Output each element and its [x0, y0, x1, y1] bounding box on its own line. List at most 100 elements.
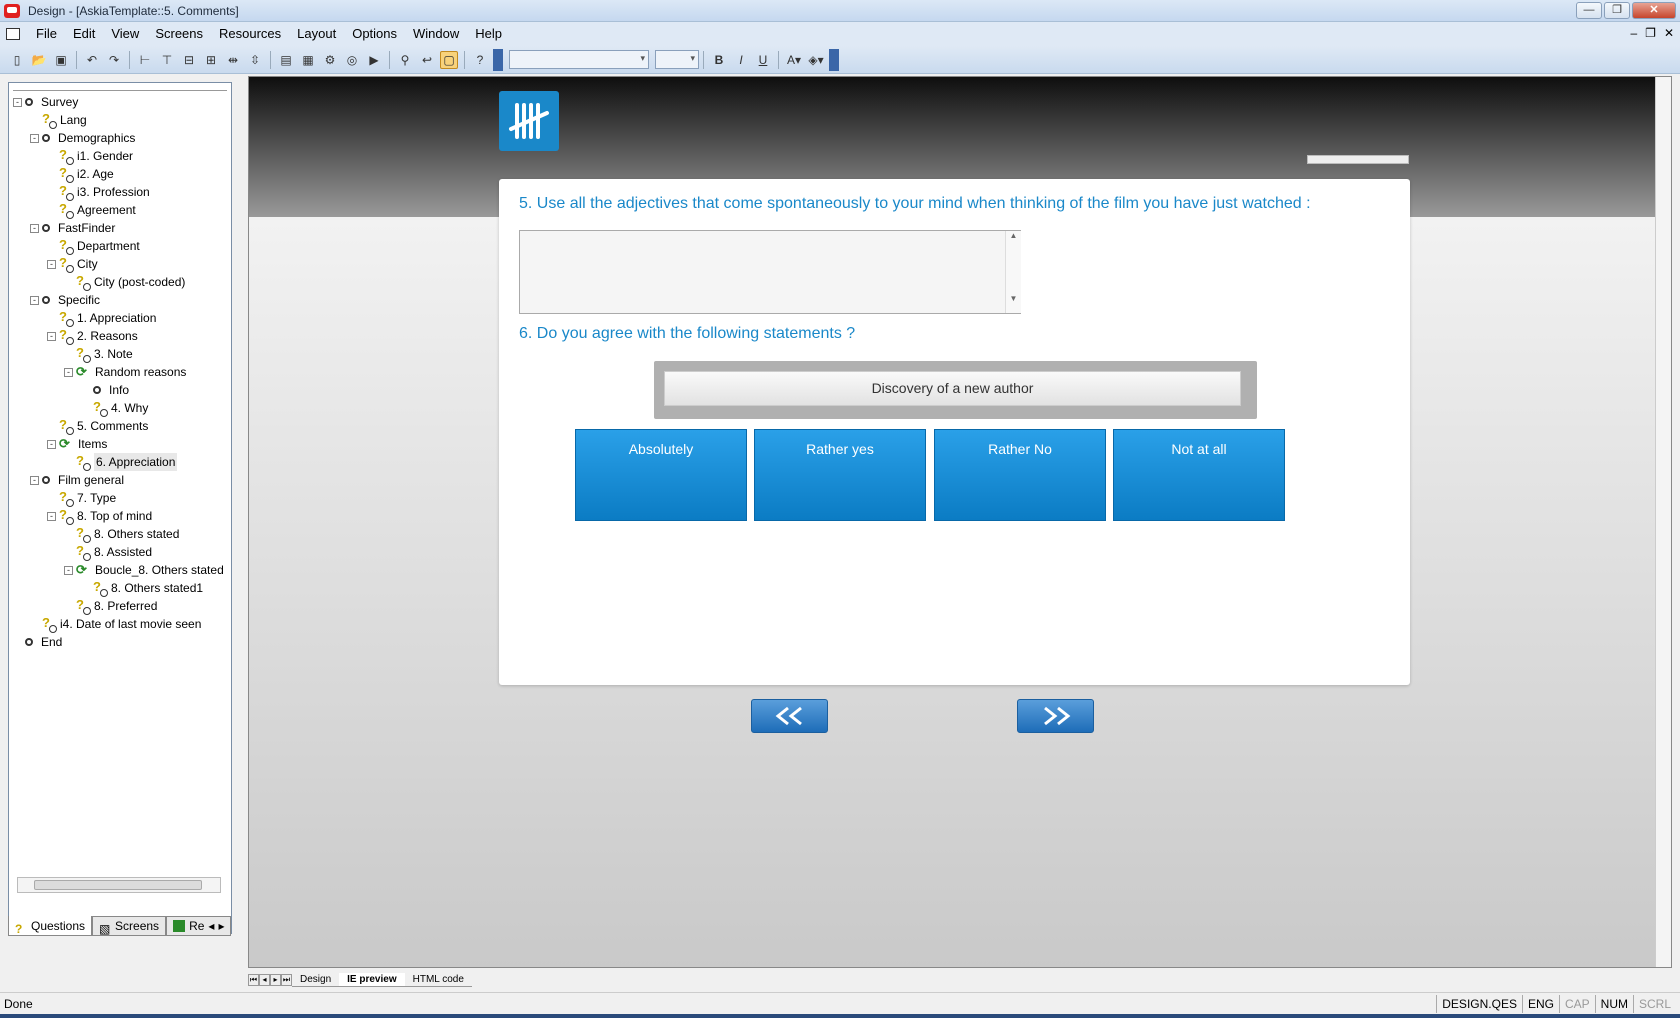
textarea-scrollbar[interactable]: ▲ ▼ [1005, 231, 1021, 313]
same-width-icon[interactable]: ⊟ [180, 51, 198, 69]
browser-icon[interactable]: ◎ [343, 51, 361, 69]
font-name-select[interactable] [509, 50, 649, 69]
tree-item[interactable]: Department [13, 236, 229, 255]
close-button[interactable]: ✕ [1632, 2, 1676, 19]
underline-icon[interactable]: U [754, 51, 772, 69]
collapse-toggle-icon[interactable]: - [47, 259, 56, 269]
scrollbar-thumb[interactable] [34, 880, 202, 890]
answer-absolutely-button[interactable]: Absolutely [575, 429, 747, 521]
toolbar-overflow-icon-2[interactable] [829, 48, 839, 71]
collapse-toggle-icon[interactable]: - [47, 439, 56, 449]
tree-horizontal-scrollbar[interactable] [17, 877, 221, 893]
answer-not-at-all-button[interactable]: Not at all [1113, 429, 1285, 521]
screen-icon[interactable]: ▦ [299, 51, 317, 69]
q5-comment-textarea[interactable] [519, 230, 1021, 314]
font-size-select[interactable] [655, 50, 699, 69]
tree-item[interactable]: i1. Gender [13, 146, 229, 165]
tree-item[interactable]: Agreement [13, 200, 229, 219]
align-left-icon[interactable]: ⊢ [136, 51, 154, 69]
link-icon[interactable]: ⚲ [396, 51, 414, 69]
tab-screens[interactable]: ▧ Screens [92, 916, 167, 936]
tree-item[interactable]: City (post-coded) [13, 272, 229, 291]
italic-icon[interactable]: I [732, 51, 750, 69]
menu-resources[interactable]: Resources [211, 22, 289, 46]
help-icon[interactable]: ? [471, 51, 489, 69]
tab-scroll-left-icon[interactable]: ◂ [208, 917, 214, 935]
answer-rather-yes-button[interactable]: Rather yes [754, 429, 926, 521]
bold-icon[interactable]: B [710, 51, 728, 69]
tree-item[interactable]: - ⟳ Items [13, 435, 229, 453]
next-tab-icon[interactable]: ▸ [270, 974, 281, 986]
menu-edit[interactable]: Edit [65, 22, 103, 46]
book-icon[interactable]: ▤ [277, 51, 295, 69]
scroll-up-icon[interactable]: ▲ [1006, 231, 1021, 240]
tree-item[interactable]: - ⟳ Random reasons [13, 363, 229, 381]
tab-scroll-right-icon[interactable]: ▸ [218, 917, 224, 935]
tree-item[interactable]: 1. Appreciation [13, 308, 229, 327]
tree-item[interactable]: Info [13, 381, 229, 399]
menu-screens[interactable]: Screens [147, 22, 211, 46]
tree-item[interactable]: - Demographics [13, 129, 229, 147]
same-height-icon[interactable]: ⊞ [202, 51, 220, 69]
space-horizontal-icon[interactable]: ⇹ [224, 51, 242, 69]
tree-item[interactable]: 4. Why [13, 398, 229, 417]
minimize-button[interactable]: — [1576, 2, 1602, 19]
tree-item[interactable]: - 2. Reasons [13, 326, 229, 345]
collapse-toggle-icon[interactable]: - [64, 367, 73, 377]
tree-item[interactable]: - City [13, 254, 229, 273]
tree-item[interactable]: - ⟳ Boucle_8. Others stated [13, 561, 229, 579]
tree-item[interactable]: 8. Assisted [13, 542, 229, 561]
compile-icon[interactable]: ⚙ [321, 51, 339, 69]
tab-ie-preview[interactable]: IE preview [339, 973, 405, 987]
menu-file[interactable]: File [28, 22, 65, 46]
font-color-icon[interactable]: A▾ [785, 51, 803, 69]
tree-item[interactable]: 8. Others stated1 [13, 578, 229, 597]
collapse-toggle-icon[interactable]: - [47, 331, 56, 341]
menu-options[interactable]: Options [344, 22, 405, 46]
tree-item[interactable]: - Specific [13, 291, 229, 309]
tree-item[interactable]: - Survey [13, 93, 229, 111]
tab-design[interactable]: Design [292, 973, 340, 987]
document-menu-icon[interactable] [6, 28, 20, 40]
collapse-toggle-icon[interactable]: - [30, 133, 39, 143]
tree-item[interactable]: - 8. Top of mind [13, 506, 229, 525]
redo-icon[interactable]: ↷ [105, 51, 123, 69]
tree-item[interactable]: 5. Comments [13, 416, 229, 435]
tree-item[interactable]: i2. Age [13, 164, 229, 183]
menu-view[interactable]: View [103, 22, 147, 46]
tab-resources[interactable]: Re ◂ ▸ [166, 916, 232, 936]
tree-item[interactable]: - Film general [13, 471, 229, 489]
tab-questions[interactable]: ? Questions [8, 916, 93, 936]
tab-html-code[interactable]: HTML code [404, 973, 472, 987]
align-top-icon[interactable]: ⊤ [158, 51, 176, 69]
collapse-toggle-icon[interactable]: - [30, 223, 39, 233]
tree-item[interactable]: i3. Profession [13, 182, 229, 201]
tree-item[interactable]: End [13, 633, 229, 651]
new-file-icon[interactable]: ▯ [8, 51, 26, 69]
menu-window[interactable]: Window [405, 22, 467, 46]
mdi-close-icon[interactable]: ✕ [1664, 26, 1674, 40]
previous-button[interactable] [751, 699, 828, 733]
undo-icon[interactable]: ↶ [83, 51, 101, 69]
prev-tab-icon[interactable]: ◂ [259, 974, 270, 986]
open-folder-icon[interactable]: 📂 [30, 51, 48, 69]
scroll-down-icon[interactable]: ▼ [1006, 294, 1021, 303]
last-tab-icon[interactable]: ⏭ [281, 974, 292, 986]
collapse-toggle-icon[interactable]: - [30, 295, 39, 305]
tree-item[interactable]: 3. Note [13, 344, 229, 363]
run-icon[interactable]: ▶ [365, 51, 383, 69]
space-vertical-icon[interactable]: ⇳ [246, 51, 264, 69]
answer-rather-no-button[interactable]: Rather No [934, 429, 1106, 521]
preview-vertical-scrollbar[interactable] [1655, 77, 1671, 967]
menu-layout[interactable]: Layout [289, 22, 344, 46]
tree-item[interactable]: Lang [13, 110, 229, 129]
tree-item[interactable]: 6. Appreciation [13, 452, 229, 471]
routing-icon[interactable]: ↩ [418, 51, 436, 69]
tree-item[interactable]: 8. Preferred [13, 596, 229, 615]
collapse-toggle-icon[interactable]: - [13, 97, 22, 107]
mdi-restore-icon[interactable]: ❐ [1645, 26, 1656, 40]
preview-mode-icon[interactable]: ▢ [440, 50, 458, 69]
tree-item[interactable]: 8. Others stated [13, 524, 229, 543]
tree-item[interactable]: - FastFinder [13, 219, 229, 237]
next-button[interactable] [1017, 699, 1094, 733]
